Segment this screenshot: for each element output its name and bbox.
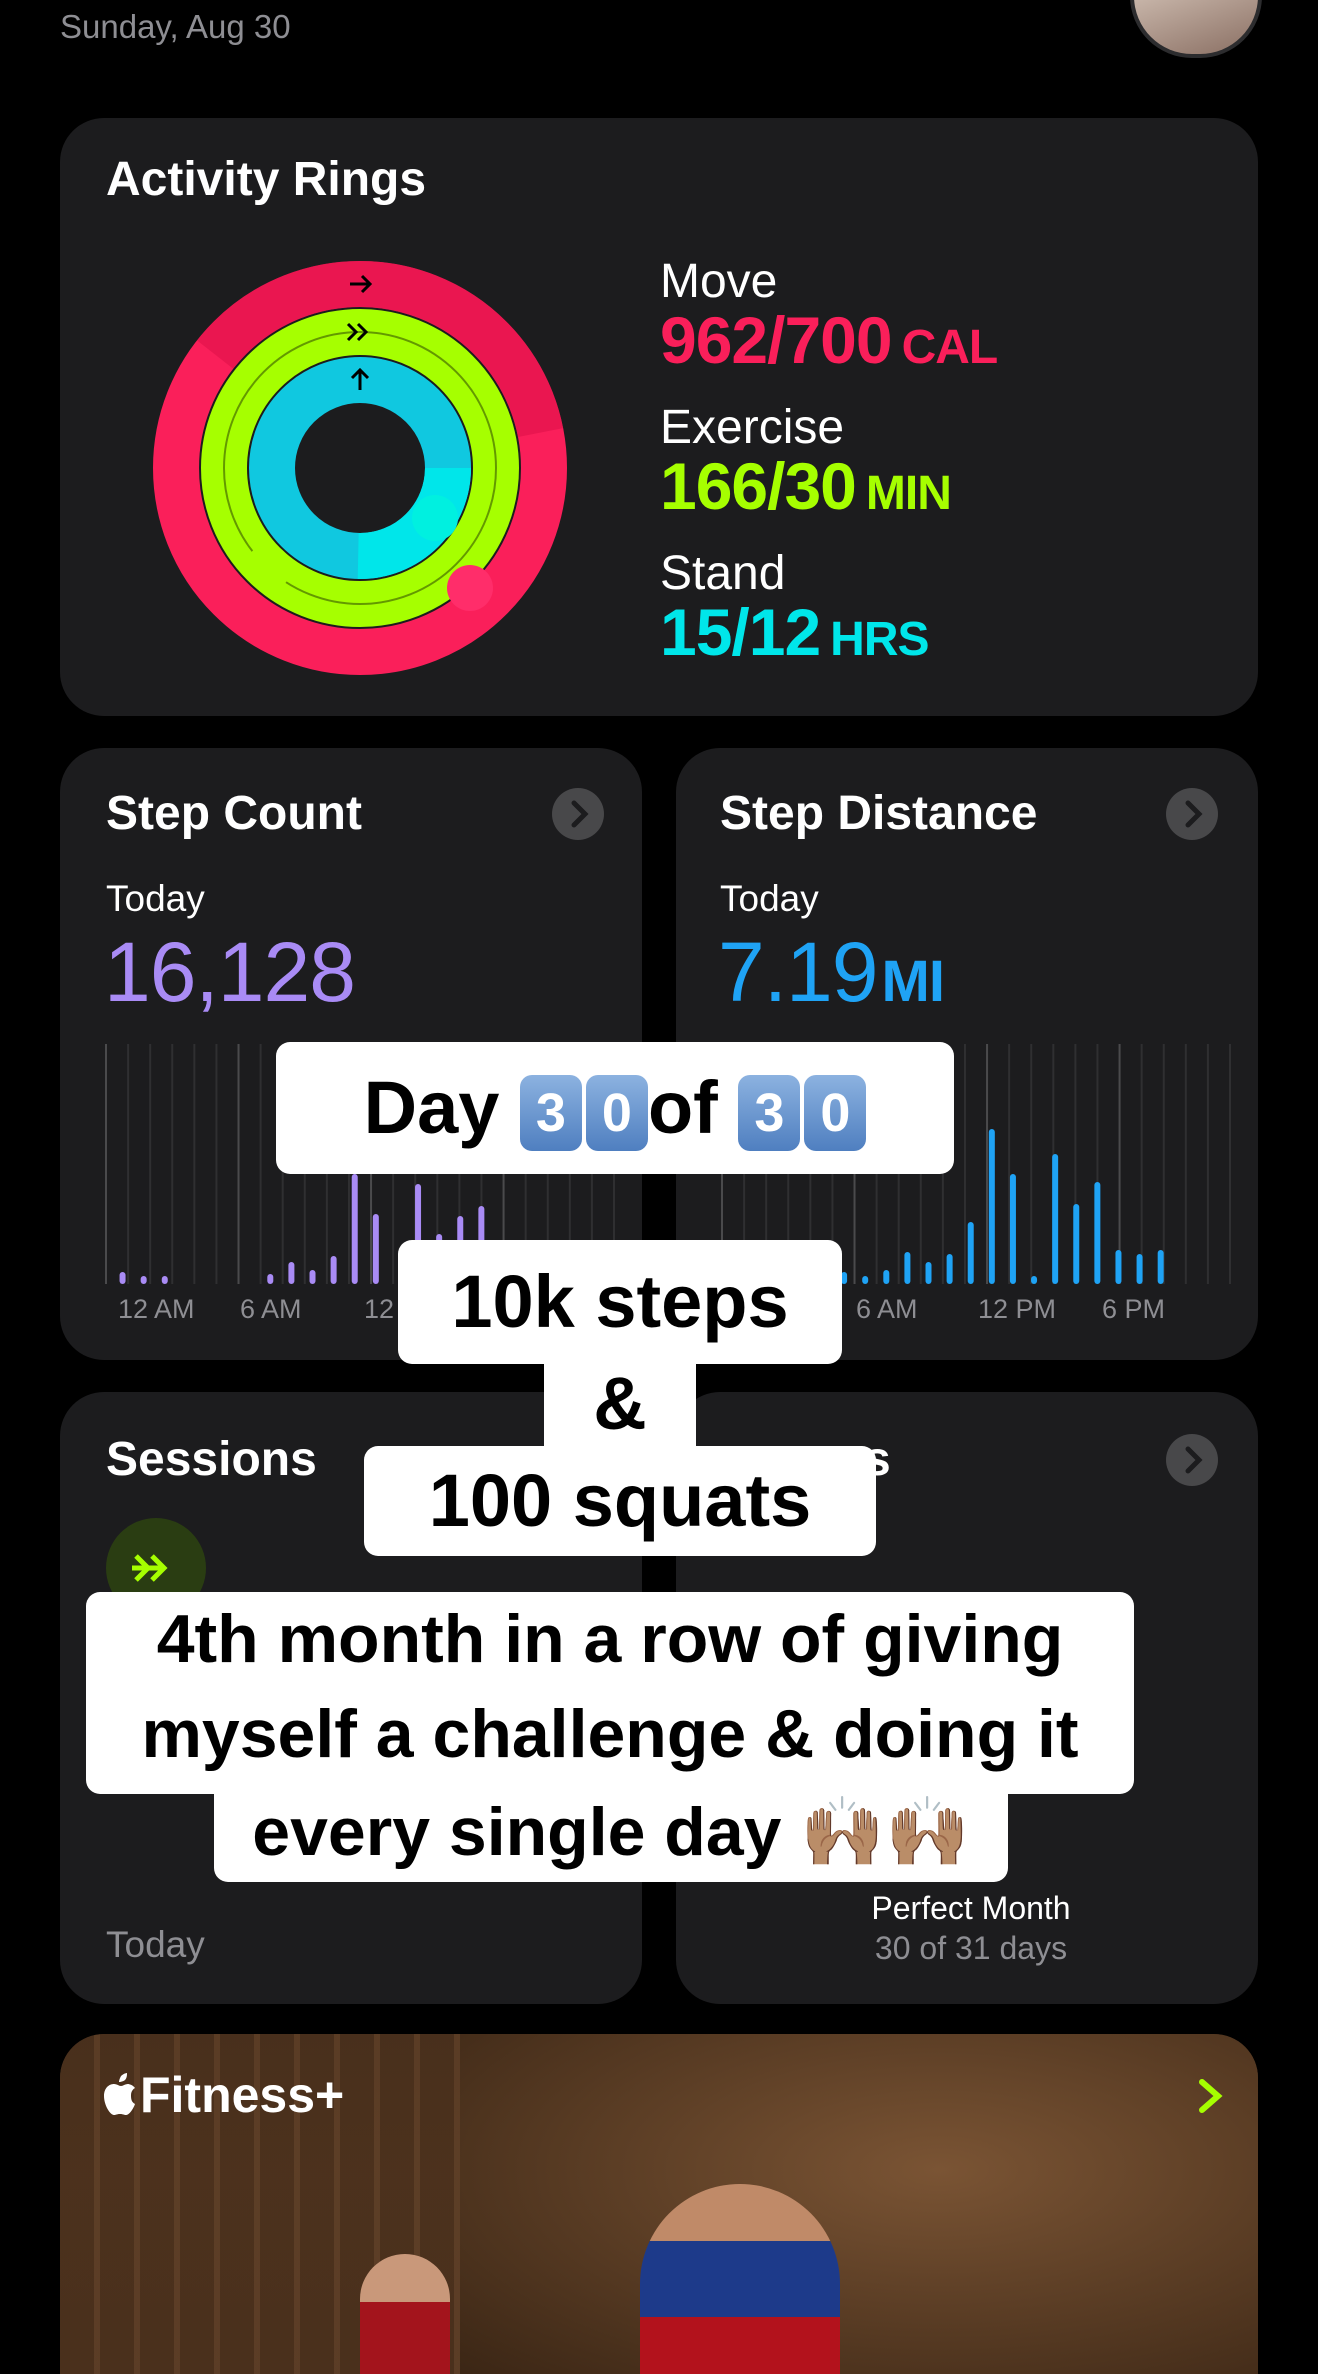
step-distance-period: Today: [720, 878, 819, 919]
step-count-period: Today: [106, 878, 205, 919]
chart-bar: [351, 1174, 358, 1284]
caption-line-3: every single day 🙌🏽🙌🏽: [214, 1786, 1008, 1882]
step-distance-value: 7.19MI: [718, 925, 945, 1019]
move-label: Move: [660, 255, 778, 308]
step-distance-title: Step Distance: [720, 787, 1038, 840]
step-count-title: Step Count: [106, 787, 362, 840]
chart-bar: [1136, 1254, 1143, 1284]
gym-wall-panel: [460, 2034, 1258, 2374]
step-axis-label: 6 AM: [240, 1294, 302, 1324]
steps-goal-overlay: 10k steps: [398, 1240, 842, 1364]
apple-logo-icon: [104, 2073, 135, 2115]
activity-rings-card[interactable]: Activity Rings Move 962/700 CAL Exercise …: [60, 118, 1258, 716]
background-figure: [360, 2254, 450, 2374]
stand-label: Stand: [660, 547, 786, 600]
caption-line-1: 4th month in a row of giving: [86, 1592, 1134, 1686]
chart-bar: [862, 1276, 869, 1284]
date-label: Sunday, Aug 30: [60, 8, 291, 45]
chart-bar: [267, 1274, 274, 1284]
chart-bar: [161, 1276, 168, 1284]
step-axis-label: 12 AM: [118, 1294, 195, 1324]
chart-bar: [140, 1276, 147, 1284]
chart-bar: [1009, 1174, 1016, 1284]
exercise-value: 166/30 MIN: [660, 449, 952, 523]
stand-value: 15/12 HRS: [660, 595, 930, 669]
chart-bar: [988, 1129, 995, 1284]
chart-bar: [119, 1272, 126, 1284]
avatar[interactable]: [1130, 0, 1262, 58]
fitness-plus-title: Fitness+: [140, 2067, 345, 2123]
distance-axis-label: 6 PM: [1102, 1294, 1166, 1324]
chart-bar: [904, 1252, 911, 1284]
chart-bar: [946, 1254, 953, 1284]
chart-bar: [1031, 1276, 1038, 1284]
chart-bar: [925, 1262, 932, 1284]
chart-bar: [1157, 1250, 1164, 1284]
step-axis-label: 12: [364, 1294, 395, 1324]
chevron-right-icon: [1185, 1446, 1203, 1474]
chart-bar: [967, 1222, 974, 1284]
chart-bar: [1094, 1182, 1101, 1284]
exercise-label: Exercise: [660, 401, 845, 454]
step-count-value: 16,128: [104, 925, 356, 1019]
fitness-plus-card[interactable]: Fitness+: [60, 2034, 1258, 2374]
chart-bar: [372, 1214, 379, 1284]
step-count-chevron-button[interactable]: [552, 788, 604, 840]
activity-rings-graphic: [153, 261, 567, 675]
day-counter-overlay: Day 3 0 of 30: [276, 1042, 954, 1174]
chevron-right-icon[interactable]: [1190, 2074, 1230, 2118]
chart-bar: [883, 1270, 890, 1284]
chevron-right-icon: [571, 800, 589, 828]
chart-bar: [1073, 1204, 1080, 1284]
distance-axis-label: 12 PM: [978, 1294, 1057, 1324]
ampersand-overlay: &: [544, 1354, 696, 1454]
chart-bar: [309, 1270, 316, 1284]
sessions-title: Sessions: [106, 1433, 317, 1486]
chart-bar: [288, 1262, 295, 1284]
distance-axis-label: 6 AM: [856, 1294, 918, 1324]
award-name: Perfect Month: [871, 1890, 1071, 1926]
squats-goal-overlay: 100 squats: [364, 1446, 876, 1556]
award-detail: 30 of 31 days: [874, 1930, 1068, 1966]
keycap-digit: 3: [519, 1075, 582, 1152]
chart-bar: [1115, 1250, 1122, 1284]
chart-bar: [330, 1256, 337, 1284]
caption-line-2: myself a challenge & doing it: [86, 1684, 1134, 1794]
move-value: 962/700 CAL: [660, 303, 998, 377]
keycap-digit: 0: [804, 1075, 867, 1152]
awards-chevron-button[interactable]: [1166, 1434, 1218, 1486]
chart-bar: [1052, 1154, 1059, 1284]
chevron-right-icon: [1185, 800, 1203, 828]
keycap-digit: 0: [585, 1075, 648, 1152]
sessions-footer: Today: [106, 1924, 205, 1965]
step-distance-chevron-button[interactable]: [1166, 788, 1218, 840]
activity-rings-title: Activity Rings: [106, 153, 427, 206]
keycap-digit: 3: [738, 1075, 801, 1152]
